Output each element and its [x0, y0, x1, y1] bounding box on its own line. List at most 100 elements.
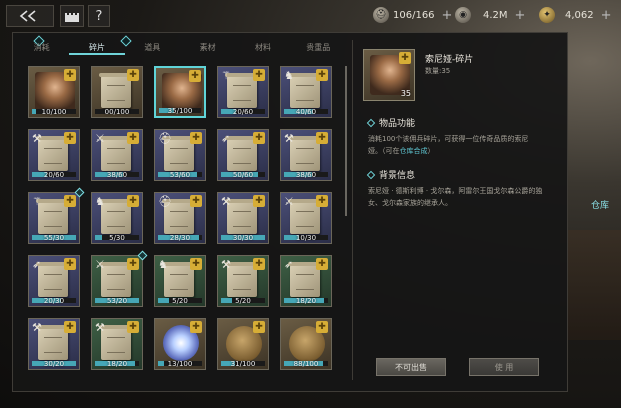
scroll-icon	[36, 325, 70, 360]
item-slot[interactable]: ⚒ ✚ 30/30	[217, 192, 269, 244]
scroll-icon	[288, 136, 322, 171]
tab-consumables[interactable]: 消耗	[14, 40, 69, 55]
staff-icon: ⚚	[32, 195, 42, 208]
scroll-icon	[162, 262, 196, 297]
item-slot[interactable]: ✚ 13/100	[154, 318, 206, 370]
tab-materials[interactable]: 素材	[180, 40, 235, 55]
item-slot[interactable]: ✚ 35/100	[154, 66, 206, 118]
section-diamond-icon	[366, 170, 376, 179]
axe-icon: ⚒	[95, 321, 105, 334]
item-slot[interactable]: ⚔ ✚ 10/30	[280, 192, 332, 244]
scroll-icon	[288, 262, 322, 297]
grid-scrollbar[interactable]	[345, 66, 347, 216]
item-slot[interactable]: ⚔ ✚ 38/60	[91, 129, 143, 181]
item-slot[interactable]: ➶ ✚ 20/30	[28, 255, 80, 307]
item-slot[interactable]: ⚔ ✚ 53/20	[91, 250, 148, 307]
item-count: 50/60	[232, 171, 254, 179]
fragment-badge-icon: ✚	[64, 321, 76, 333]
function-text-line1: 消耗100个该佣兵碎片，可获得一位传奇品质的索尼	[368, 135, 529, 143]
item-slot[interactable]: ♞ ✚ 40/60	[280, 66, 332, 118]
item-count: 55/30	[43, 234, 65, 242]
resource-value: 106/166	[393, 9, 435, 21]
help-label: ?	[95, 8, 103, 24]
detail-item-icon: ✚ 35	[363, 49, 415, 101]
scroll-icon	[99, 136, 133, 171]
scroll-icon	[99, 262, 133, 297]
add-icon[interactable]: +	[442, 8, 453, 23]
help-button[interactable]: ?	[88, 5, 110, 27]
resource-wheat[interactable]: ✦ 4,062 +	[539, 5, 612, 25]
resource-silver[interactable]: ◉ 4.2M +	[455, 5, 525, 25]
axe-icon: ⚒	[32, 321, 42, 334]
item-count: 88/100	[293, 360, 319, 368]
add-icon[interactable]: +	[515, 8, 526, 23]
resource-value: 4.2M	[483, 9, 508, 21]
item-slot[interactable]: ⚚ ✚ 20/60	[217, 66, 269, 118]
back-button[interactable]	[6, 5, 54, 27]
tab-resources[interactable]: 材料	[235, 40, 290, 55]
item-slot[interactable]: ⚒ ✚ 18/20	[91, 318, 143, 370]
tab-props[interactable]: 道具	[125, 40, 180, 55]
item-slot[interactable]: ⛑ ✚ 28/30	[154, 192, 206, 244]
new-marker-icon	[74, 187, 85, 198]
item-count: 5/20	[235, 297, 251, 305]
item-slot[interactable]: ⚒ ✚ 20/60	[28, 129, 80, 181]
axe-icon: ⚒	[221, 258, 231, 271]
castle-button[interactable]	[60, 5, 84, 27]
item-count: 10/30	[295, 234, 317, 242]
axe-icon: ⚒	[32, 132, 42, 145]
add-icon[interactable]: +	[601, 8, 612, 23]
background-description: 索尼娅 · 德斯利博 · 戈尔森，阿雷尔王国戈尔森公爵的独女、戈尔森家族的继承人…	[368, 187, 543, 207]
item-slot[interactable]: ⚚ ✚ 55/30	[28, 187, 85, 244]
item-count: 18/20	[106, 360, 128, 368]
scroll-icon	[225, 199, 259, 234]
double-chevron-left-icon	[19, 10, 36, 22]
helmet-icon: ⛑	[158, 195, 172, 208]
item-slot[interactable]: ✚ 10/100	[28, 66, 80, 118]
item-slot[interactable]: ♞ ✚ 5/20	[154, 255, 206, 307]
scroll-icon	[99, 73, 133, 108]
scroll-icon	[36, 199, 70, 234]
axe-icon: ⚒	[284, 132, 294, 145]
fragment-badge-icon: ✚	[316, 195, 328, 207]
helmet-icon: ⛑	[373, 7, 389, 23]
section-diamond-icon	[366, 118, 376, 127]
item-count: 40/60	[295, 108, 317, 116]
warehouse-side-label[interactable]: 仓库	[591, 198, 609, 211]
bow-icon: ➶	[284, 258, 294, 271]
fragment-badge-icon: ✚	[127, 69, 139, 81]
fragment-badge-icon: ✚	[253, 321, 265, 333]
background-title-text: 背景信息	[379, 171, 416, 181]
use-button[interactable]: 使 用	[469, 358, 539, 376]
item-slot[interactable]: ⚒ ✚ 38/60	[280, 129, 332, 181]
scroll-icon	[288, 73, 322, 108]
item-count: 30/20	[43, 360, 65, 368]
item-slot[interactable]: ✚ 31/100	[217, 318, 269, 370]
tab-fragments[interactable]: 碎片	[69, 40, 125, 55]
item-slot[interactable]: ⚒ ✚ 30/20	[28, 318, 80, 370]
fragment-badge-icon: ✚	[190, 321, 202, 333]
fragment-badge-icon: ✚	[316, 132, 328, 144]
fragment-badge-icon: ✚	[64, 132, 76, 144]
item-slot[interactable]: ⛑ ✚ 53/60	[154, 129, 206, 181]
item-slot[interactable]: ♞ ✚ 5/30	[91, 192, 143, 244]
fragment-badge-icon: ✚	[253, 69, 265, 81]
fragment-badge-icon: ✚	[399, 52, 411, 64]
tab-valuables[interactable]: 贵重品	[291, 40, 346, 55]
item-slot[interactable]: ➶ ✚ 50/60	[217, 129, 269, 181]
wheat-icon: ✦	[539, 7, 555, 23]
item-slot[interactable]: ⚒ ✚ 5/20	[217, 255, 269, 307]
item-slot[interactable]: ➶ ✚ 18/20	[280, 255, 332, 307]
resource-helmet[interactable]: ⛑ 106/166 +	[373, 5, 452, 25]
item-slot[interactable]: ✚ 88/100	[280, 318, 332, 370]
unsellable-button[interactable]: 不可出售	[376, 358, 446, 376]
function-title-text: 物品功能	[379, 119, 416, 129]
scroll-icon	[225, 136, 259, 171]
item-count: 53/20	[106, 297, 128, 305]
item-count: 5/20	[172, 297, 188, 305]
scroll-icon	[36, 136, 70, 171]
item-slot[interactable]: ✚ 00/100	[91, 66, 143, 118]
fragment-badge-icon: ✚	[253, 195, 265, 207]
category-tabs: 消耗 碎片 道具 素材 材料 贵重品	[14, 40, 346, 55]
warehouse-link[interactable]: 仓库合成	[400, 147, 428, 155]
